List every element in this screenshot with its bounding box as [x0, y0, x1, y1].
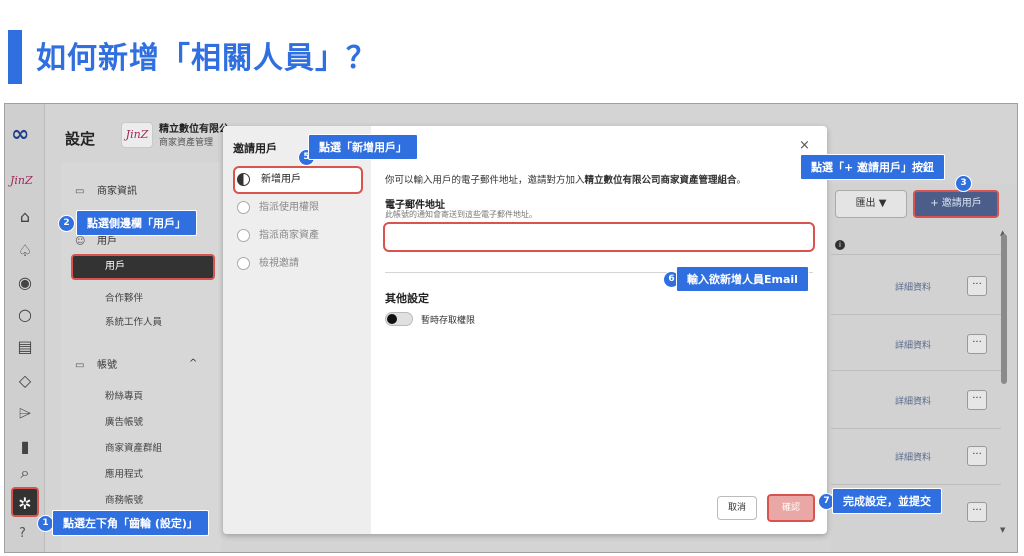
chevron-up-icon[interactable]: ^ [189, 358, 197, 369]
step-radio-icon [237, 229, 250, 242]
callout-badge-3: 3 [955, 175, 972, 192]
description-business-name: 精立數位有限公司商家資產管理組合 [584, 175, 737, 186]
user-detail-link[interactable]: 詳細資料 [895, 280, 931, 293]
gear-icon[interactable]: ✲ [11, 487, 39, 517]
business-brand-logo[interactable]: JinZ [10, 174, 33, 187]
row-divider [831, 254, 1001, 255]
step-label: 檢視邀請 [259, 258, 299, 269]
step-add-user[interactable]: 新增用戶 [233, 166, 363, 194]
sidebar-item-label: 商家資訊 [97, 186, 137, 197]
step-radio-icon [237, 201, 250, 214]
scroll-down-icon[interactable]: ▼ [1000, 526, 1005, 534]
title-accent-bar [8, 30, 22, 84]
row-divider [831, 314, 1001, 315]
users-icon: ☺ [75, 236, 86, 247]
dialog-description: 你可以輸入用戶的電子郵件地址，邀請對方加入精立數位有限公司商家資產管理組合。 [385, 172, 746, 186]
user-detail-link[interactable]: 詳細資料 [895, 450, 931, 463]
row-more-button[interactable]: ··· [967, 276, 987, 296]
temporary-access-toggle[interactable] [385, 312, 413, 326]
step-assign-assets[interactable]: 指派商家資產 [233, 222, 363, 250]
row-divider [831, 370, 1001, 371]
callout-step-3: 點選「+ 邀請用戶」按鈕 [800, 154, 946, 180]
toggle-knob [387, 314, 397, 324]
invite-user-button[interactable]: + 邀請用戶 [913, 190, 999, 218]
confirm-button[interactable]: 確認 [767, 494, 815, 522]
meta-logo-icon: ∞ [11, 122, 30, 147]
row-more-button[interactable]: ··· [967, 446, 987, 466]
user-detail-link[interactable]: 詳細資料 [895, 394, 931, 407]
sidebar-group-label: 帳號 [97, 360, 117, 371]
sidebar-item-apps[interactable]: 應用程式 [105, 466, 143, 480]
sidebar-item-users[interactable]: 用戶 [71, 254, 215, 280]
page-title: 如何新增「相關人員」？ [36, 41, 377, 76]
callout-badge-2: 2 [58, 215, 75, 232]
row-divider [831, 484, 1001, 485]
scrollbar[interactable] [1001, 234, 1007, 384]
dialog-steps-panel: 邀請用戶 新增用戶 指派使用權限 指派商家資產 檢視邀請 [223, 126, 371, 534]
close-icon[interactable]: × [799, 138, 810, 153]
settings-title: 設定 [65, 130, 96, 148]
sidebar-group-label: 用戶 [97, 236, 117, 247]
email-field-help: 此帳號的通知會寄送到這些電子郵件地址。 [385, 210, 537, 219]
tutorial-slide: 如何新增「相關人員」？ ∞ JinZ ⌂ ♤ ◉ ○ ▤ ◇ ⌲ ▮ ⌕ ✲ ?… [0, 0, 1024, 556]
user-detail-link[interactable]: 詳細資料 [895, 338, 931, 351]
compass-icon[interactable]: ◉ [12, 270, 38, 296]
email-field[interactable] [383, 222, 815, 252]
business-name[interactable]: 精立數位有限公 [159, 120, 229, 135]
bell-icon[interactable]: ♤ [12, 238, 38, 264]
sidebar-item-partners[interactable]: 合作夥伴 [105, 290, 143, 304]
row-more-button[interactable]: ··· [967, 502, 987, 522]
callout-step-6: 輸入欲新增人員Email [676, 266, 809, 292]
step-progress-icon [237, 173, 250, 186]
callout-step-2: 點選側邊欄「用戶」 [76, 210, 197, 236]
chat-bubble-icon[interactable]: ○ [12, 302, 38, 328]
info-icon[interactable]: i [835, 240, 845, 250]
search-icon[interactable]: ⌕ [12, 460, 38, 486]
export-button[interactable]: 匯出 ▼ [835, 190, 907, 218]
folder-icon: ▭ [75, 360, 85, 371]
cancel-button[interactable]: 取消 [717, 496, 757, 520]
step-label: 指派使用權限 [259, 202, 319, 213]
other-settings-heading: 其他設定 [385, 292, 429, 305]
step-assign-permissions[interactable]: 指派使用權限 [233, 194, 363, 222]
business-logo: JinZ [121, 122, 153, 148]
dialog-title: 邀請用戶 [233, 142, 277, 155]
sidebar-item-pages[interactable]: 粉絲專頁 [105, 388, 143, 402]
callout-step-5: 點選「新增用戶」 [308, 134, 418, 160]
megaphone-icon[interactable]: ⌲ [12, 400, 38, 426]
step-label: 指派商家資產 [259, 230, 319, 241]
row-divider [831, 428, 1001, 429]
sidebar-item-asset-groups[interactable]: 商家資產群組 [105, 440, 162, 454]
sidebar-item-business-info[interactable]: ▭ 商家資訊 [75, 182, 137, 197]
step-review-invite[interactable]: 檢視邀請 [233, 250, 363, 278]
description-text: 你可以輸入用戶的電子郵件地址，邀請對方加入 [385, 175, 585, 186]
temporary-access-label: 暫時存取權限 [421, 316, 476, 326]
analytics-icon[interactable]: ▮ [12, 434, 38, 460]
callout-step-7: 完成設定，並提交 [832, 488, 942, 514]
pages-icon[interactable]: ▤ [12, 334, 38, 360]
step-label: 新增用戶 [261, 174, 301, 185]
row-more-button[interactable]: ··· [967, 390, 987, 410]
business-subtitle: 商家資產管理 [159, 138, 214, 148]
audience-icon[interactable]: ◇ [12, 368, 38, 394]
invite-user-dialog: 邀請用戶 新增用戶 指派使用權限 指派商家資產 檢視邀請 × 你可以輸入用戶的電… [223, 126, 827, 534]
description-end: 。 [736, 175, 747, 186]
home-icon[interactable]: ⌂ [12, 204, 38, 230]
sidebar-item-system-users[interactable]: 系統工作人員 [105, 314, 162, 328]
briefcase-icon: ▭ [75, 186, 85, 197]
callout-step-1: 點選左下角「齒輪 (設定)」 [52, 510, 209, 536]
sidebar-item-ad-accounts[interactable]: 廣告帳號 [105, 414, 143, 428]
sidebar-item-business-accounts[interactable]: 商務帳號 [105, 492, 143, 506]
sidebar-group-accounts[interactable]: ▭ 帳號 [75, 356, 117, 371]
row-more-button[interactable]: ··· [967, 334, 987, 354]
step-radio-icon [237, 257, 250, 270]
help-icon[interactable]: ? [19, 526, 26, 541]
app-rail: ∞ JinZ ⌂ ♤ ◉ ○ ▤ ◇ ⌲ ▮ ⌕ ✲ ? [5, 104, 45, 552]
